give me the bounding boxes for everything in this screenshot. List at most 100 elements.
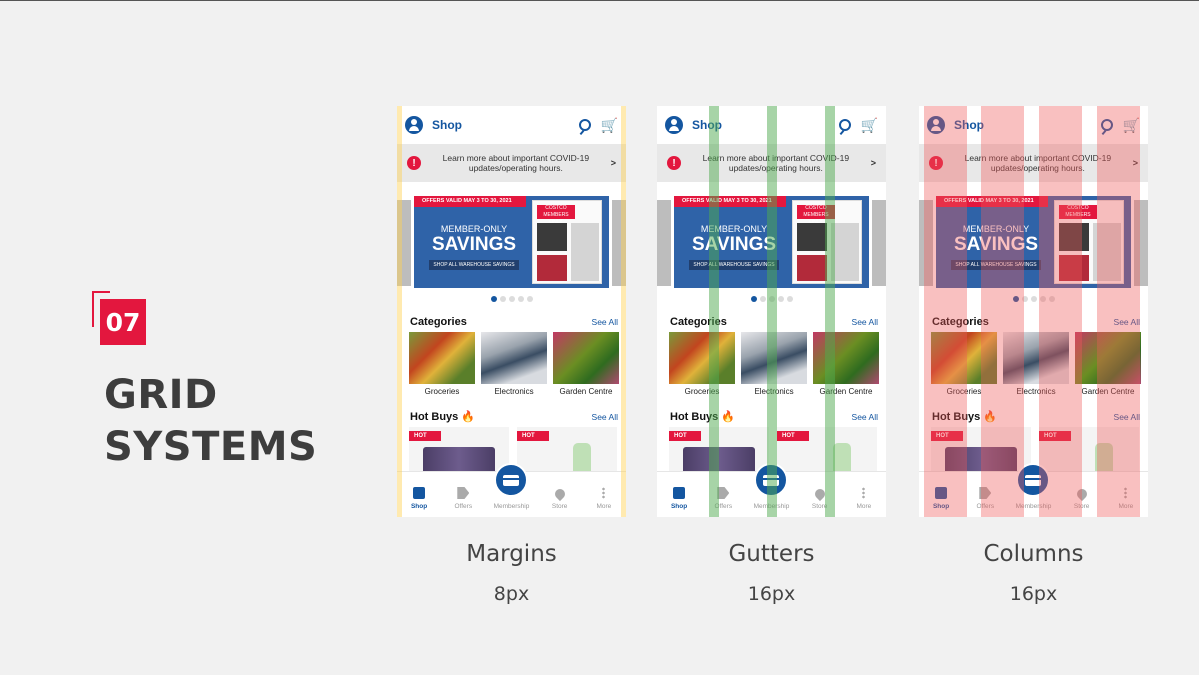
nav-offers[interactable]: Offers [705,487,741,510]
promo-carousel[interactable]: OFFERS VALID MAY 3 TO 30, 2021 MEMBER-ON… [919,196,1148,288]
carousel-dot[interactable] [759,296,766,302]
nav-label: Store [551,503,568,510]
nav-more[interactable]: More [846,487,882,510]
hot-buys-see-all-link[interactable]: See All [852,412,878,422]
section-number: 07 [100,299,146,345]
account-icon[interactable] [665,116,683,134]
hot-buy-card[interactable]: HOT [669,427,769,477]
cart-icon[interactable]: 🛒 [601,117,618,134]
member-only-text: MEMBER-ONLY [700,224,768,234]
carousel-dot[interactable] [1048,296,1055,302]
membership-card-button[interactable] [494,463,528,497]
nav-more[interactable]: More [1108,487,1144,510]
hot-badge: HOT [517,431,549,441]
promo-carousel[interactable]: OFFERS VALID MAY 3 TO 30, 2021 MEMBER-ON… [657,196,886,288]
carousel-dot[interactable] [1012,296,1019,302]
nav-more[interactable]: More [586,487,622,510]
account-icon[interactable] [405,116,423,134]
chevron-right-icon: > [870,158,876,168]
nav-label: Shop [410,503,428,510]
membership-card-button[interactable] [754,463,788,497]
carousel-dot[interactable] [490,296,497,302]
carousel-dot[interactable] [499,296,506,302]
category-garden-centre[interactable]: Garden Centre [553,332,619,396]
hot-buy-card[interactable]: HOT [1039,427,1139,477]
categories-see-all-link[interactable]: See All [852,317,878,327]
promo-banner[interactable]: OFFERS VALID MAY 3 TO 30, 2021 MEMBER-ON… [936,196,1131,288]
tag-icon [717,487,730,499]
carousel-dot[interactable] [1021,296,1028,302]
header-title: Shop [432,118,462,132]
covid-alert-banner[interactable]: ! Learn more about important COVID-19 up… [919,144,1148,182]
shopping-bag-icon [935,487,948,499]
carousel-dot[interactable] [786,296,793,302]
hot-buy-card[interactable]: HOT [517,427,617,477]
categories-see-all-link[interactable]: See All [1114,317,1140,327]
flyer-heading: COSTCO MEMBERS ONLY [1059,205,1097,225]
nav-label: Offers [714,503,733,510]
membership-card-button[interactable] [1016,463,1050,497]
promo-banner[interactable]: OFFERS VALID MAY 3 TO 30, 2021 MEMBER-ON… [414,196,609,288]
covid-alert-banner[interactable]: ! Learn more about important COVID-19 up… [397,144,626,182]
category-label: Electronics [494,387,534,396]
hot-buy-card[interactable]: HOT [409,427,509,477]
nav-store[interactable]: Store [542,486,578,510]
category-groceries[interactable]: Groceries [931,332,997,396]
category-electronics[interactable]: Electronics [481,332,547,396]
search-icon[interactable] [838,119,851,131]
category-label: Groceries [684,387,720,396]
hot-buys-see-all-link[interactable]: See All [1114,412,1140,422]
shop-all-button[interactable]: SHOP ALL WAREHOUSE SAVINGS [951,260,1041,270]
carousel-dot[interactable] [750,296,757,302]
nav-offers[interactable]: Offers [967,487,1003,510]
nav-store[interactable]: Store [1064,486,1100,510]
promo-banner[interactable]: OFFERS VALID MAY 3 TO 30, 2021 MEMBER-ON… [674,196,869,288]
carousel-dot[interactable] [517,296,524,302]
promo-carousel[interactable]: OFFERS VALID MAY 3 TO 30, 2021 MEMBER-ON… [397,196,626,288]
category-electronics[interactable]: Electronics [741,332,807,396]
covid-alert-banner[interactable]: ! Learn more about important COVID-19 up… [657,144,886,182]
account-icon[interactable] [927,116,945,134]
category-garden-centre[interactable]: Garden Centre [813,332,879,396]
carousel-dot[interactable] [508,296,515,302]
category-label: Electronics [754,387,794,396]
search-icon[interactable] [578,119,591,131]
nav-shop[interactable]: Shop [923,487,959,510]
category-label: Electronics [1016,387,1056,396]
carousel-dot[interactable] [1039,296,1046,302]
category-groceries[interactable]: Groceries [409,332,475,396]
caption-gutters: Gutters [728,541,815,567]
cart-icon[interactable]: 🛒 [1123,117,1140,134]
carousel-prev-peek [919,200,933,286]
carousel-dot[interactable] [777,296,784,302]
categories-see-all-link[interactable]: See All [592,317,618,327]
hot-buys-header: Hot Buys 🔥 See All [397,410,626,423]
carousel-dot[interactable] [1030,296,1037,302]
category-electronics[interactable]: Electronics [1003,332,1069,396]
nav-label: Membership [493,503,530,510]
hot-buys-header: Hot Buys 🔥 See All [657,410,886,423]
carousel-dot[interactable] [768,296,775,302]
shop-all-button[interactable]: SHOP ALL WAREHOUSE SAVINGS [429,260,519,270]
alert-text: Learn more about important COVID-19 upda… [964,153,1112,173]
hot-buy-card[interactable]: HOT [777,427,877,477]
header-title: Shop [692,118,722,132]
shopping-bag-icon [413,487,426,499]
hot-buys-see-all-link[interactable]: See All [592,412,618,422]
tag-icon [979,487,992,499]
search-icon[interactable] [1100,119,1113,131]
caption-margins: Margins [466,541,557,567]
garden-centre-image [813,332,879,384]
shop-all-button[interactable]: SHOP ALL WAREHOUSE SAVINGS [689,260,779,270]
cart-icon[interactable]: 🛒 [861,117,878,134]
categories-title: Categories [410,316,467,328]
nav-shop[interactable]: Shop [661,487,697,510]
hot-buy-card[interactable]: HOT [931,427,1031,477]
category-garden-centre[interactable]: Garden Centre [1075,332,1141,396]
nav-offers[interactable]: Offers [445,487,481,510]
app-header: Shop 🛒 [919,106,1148,144]
nav-shop[interactable]: Shop [401,487,437,510]
category-groceries[interactable]: Groceries [669,332,735,396]
nav-store[interactable]: Store [802,486,838,510]
carousel-dot[interactable] [526,296,533,302]
